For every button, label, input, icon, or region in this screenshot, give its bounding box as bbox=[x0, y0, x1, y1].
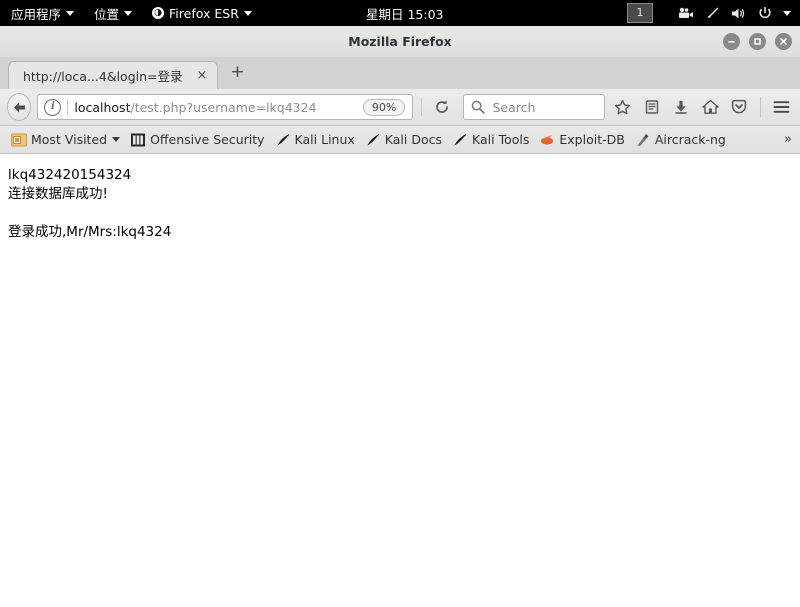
bookmark-label: Kali Docs bbox=[384, 132, 443, 147]
kali-dragon-icon bbox=[366, 133, 379, 146]
chevron-down-icon bbox=[124, 10, 133, 16]
chevron-down-icon bbox=[66, 10, 75, 16]
maximize-button[interactable] bbox=[749, 33, 766, 50]
applications-menu[interactable]: 应用程序 bbox=[0, 0, 84, 26]
url-text: localhost/test.php?username=lkq4324 bbox=[74, 100, 363, 115]
downloads-icon[interactable] bbox=[669, 94, 692, 121]
places-menu[interactable]: 位置 bbox=[84, 0, 142, 26]
network-icon[interactable] bbox=[705, 6, 720, 20]
chevron-down-icon bbox=[243, 10, 252, 16]
close-icon[interactable]: × bbox=[195, 69, 210, 82]
navigation-toolbar: i localhost/test.php?username=lkq4324 90… bbox=[0, 89, 800, 126]
bookmark-label: Offensive Security bbox=[150, 132, 265, 147]
reload-button[interactable] bbox=[430, 94, 453, 121]
home-icon[interactable] bbox=[698, 94, 721, 121]
bookmark-aircrack-ng[interactable]: Aircrack-ng bbox=[631, 130, 732, 150]
bookmarks-overflow-button[interactable]: » bbox=[784, 132, 792, 147]
power-icon[interactable] bbox=[758, 6, 772, 20]
volume-icon[interactable] bbox=[731, 7, 747, 20]
content-line-2: 连接数据库成功! bbox=[8, 186, 108, 202]
panel-tray: 1 bbox=[627, 0, 800, 26]
tab-strip: http://loca...4&login=登录 × + bbox=[0, 57, 800, 89]
url-path: /test.php?username=lkq4324 bbox=[130, 99, 317, 115]
close-button[interactable] bbox=[775, 33, 792, 50]
workspace-indicator[interactable]: 1 bbox=[627, 3, 653, 23]
window-titlebar: Mozilla Firefox bbox=[0, 26, 800, 57]
firefox-window: Mozilla Firefox http://loca...4&login=登录… bbox=[0, 26, 800, 607]
hamburger-menu-icon[interactable] bbox=[770, 94, 793, 121]
bookmark-exploit-db[interactable]: Exploit-DB bbox=[535, 130, 630, 150]
content-blank-line bbox=[8, 204, 792, 223]
firefox-icon: ◑ bbox=[152, 7, 165, 19]
bookmark-kali-linux[interactable]: Kali Linux bbox=[271, 130, 361, 150]
firefox-esr-label: Firefox ESR bbox=[169, 5, 239, 21]
bookmark-kali-tools[interactable]: Kali Tools bbox=[448, 130, 535, 150]
bookmark-label: Aircrack-ng bbox=[654, 132, 726, 147]
bookmark-label: Kali Linux bbox=[294, 132, 355, 147]
bookmark-label: Kali Tools bbox=[472, 132, 530, 147]
minimize-button[interactable] bbox=[723, 33, 740, 50]
browser-tab[interactable]: http://loca...4&login=登录 × bbox=[8, 61, 219, 89]
kali-dragon-icon bbox=[454, 133, 467, 146]
library-icon[interactable] bbox=[640, 94, 663, 121]
tab-title: http://loca...4&login=登录 bbox=[23, 69, 183, 84]
chevron-down-icon[interactable] bbox=[783, 10, 791, 16]
divider bbox=[759, 97, 761, 117]
window-title: Mozilla Firefox bbox=[348, 34, 452, 49]
kali-dragon-icon bbox=[276, 133, 289, 146]
divider bbox=[421, 98, 423, 116]
search-bar[interactable]: Search bbox=[463, 94, 605, 120]
bookmark-most-visited[interactable]: Most Visited bbox=[7, 130, 126, 150]
bookmark-offensive-security[interactable]: Offensive Security bbox=[126, 130, 270, 150]
search-placeholder: Search bbox=[492, 99, 536, 115]
url-host: localhost bbox=[74, 99, 131, 115]
bookmark-kali-docs[interactable]: Kali Docs bbox=[361, 130, 448, 150]
places-menu-label: 位置 bbox=[94, 6, 120, 22]
pocket-icon[interactable] bbox=[728, 94, 751, 121]
bookmarks-toolbar: Most Visited Offensive Security Kali Lin… bbox=[0, 126, 800, 154]
url-bar[interactable]: i localhost/test.php?username=lkq4324 90… bbox=[37, 94, 414, 120]
camera-icon[interactable] bbox=[678, 7, 694, 19]
identity-info-icon[interactable]: i bbox=[44, 98, 62, 116]
new-tab-button[interactable]: + bbox=[218, 64, 254, 85]
page-content: lkq432420154324 连接数据库成功! 登录成功,Mr/Mrs:lkq… bbox=[0, 154, 800, 607]
content-line-3: 登录成功,Mr/Mrs:lkq4324 bbox=[8, 224, 172, 240]
divider bbox=[67, 99, 69, 115]
bookmark-label: Exploit-DB bbox=[559, 132, 625, 147]
bookmark-label: Most Visited bbox=[31, 132, 108, 147]
bookmark-star-icon[interactable] bbox=[611, 94, 634, 121]
aircrack-ng-icon bbox=[637, 133, 649, 146]
zoom-level-indicator[interactable]: 90% bbox=[362, 98, 406, 116]
window-controls bbox=[723, 26, 792, 57]
search-icon bbox=[472, 100, 486, 114]
content-line-1: lkq432420154324 bbox=[8, 167, 132, 183]
most-visited-icon bbox=[11, 133, 27, 146]
desktop-top-panel: 应用程序 位置 ◑ Firefox ESR 星期日 15:03 1 bbox=[0, 0, 800, 26]
exploit-db-icon bbox=[541, 134, 554, 145]
chevron-down-icon bbox=[112, 137, 121, 142]
back-button[interactable] bbox=[7, 93, 32, 121]
firefox-esr-launcher[interactable]: ◑ Firefox ESR bbox=[142, 0, 262, 26]
panel-clock[interactable]: 星期日 15:03 bbox=[366, 4, 444, 23]
offensive-security-icon bbox=[131, 133, 146, 146]
applications-menu-label: 应用程序 bbox=[11, 6, 62, 22]
